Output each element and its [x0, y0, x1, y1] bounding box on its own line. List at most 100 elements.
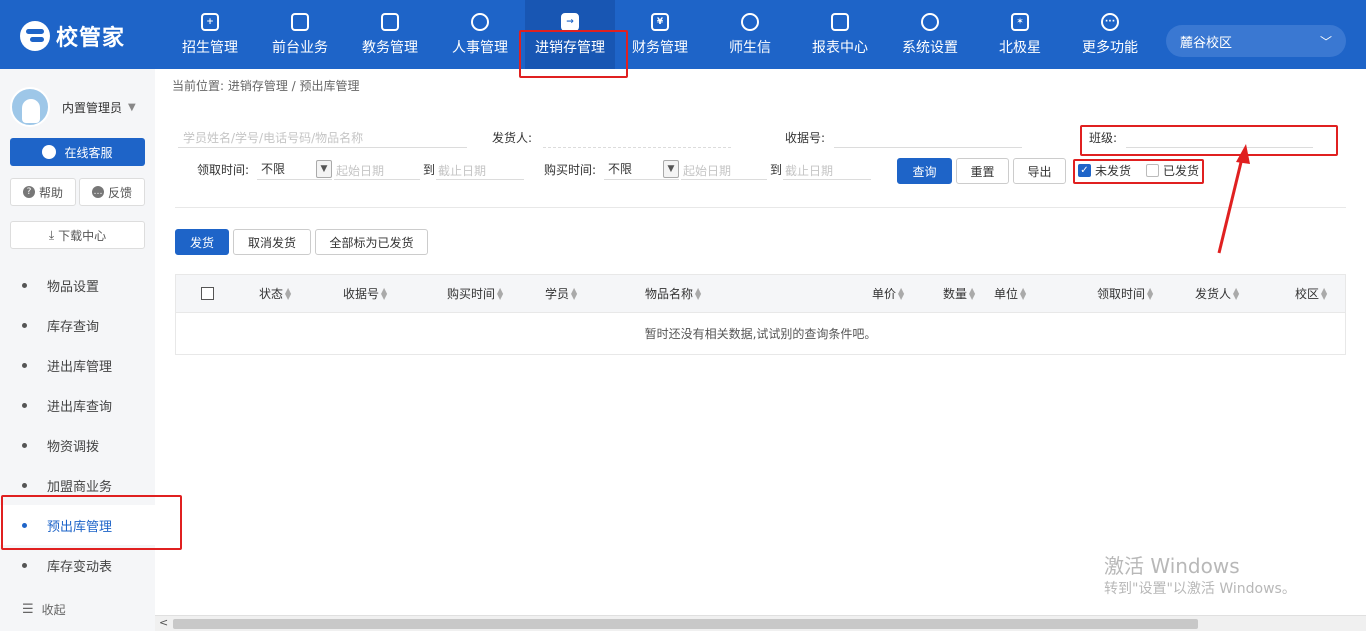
receive-time-label: 领取时间:: [197, 163, 250, 177]
logo-icon: [20, 21, 50, 51]
sidebar-menu-item[interactable]: 物资调拨: [0, 425, 155, 465]
online-service-button[interactable]: 在线客服: [10, 138, 145, 166]
data-table: 状态 ▲ ▼ 收据号 ▲ ▼ 购买时间 ▲ ▼ 学员 ▲ ▼ 物品名称 ▲ ▼ 单价 ▲ ▼ 数量 ▲ ▼ 单位 ▲ ▼ 领取时…: [175, 274, 1346, 355]
column-header-label: 收据号: [343, 287, 380, 301]
sidebar-menu-item[interactable]: 进出库查询: [0, 385, 155, 425]
receive-start-date[interactable]: 起始日期: [334, 158, 420, 180]
column-header[interactable]: 单价 ▲ ▼: [872, 275, 904, 312]
buy-start-date[interactable]: 起始日期: [681, 158, 767, 180]
sidebar-menu-item[interactable]: 物品设置: [0, 265, 155, 305]
column-header-label: 发货人: [1195, 287, 1232, 301]
select-all-checkbox[interactable]: [201, 287, 214, 300]
buy-end-date[interactable]: 截止日期: [783, 158, 871, 180]
bullet-icon: [22, 362, 27, 368]
nav-item[interactable]: + 招生管理: [165, 0, 255, 69]
nav-item-label: 报表中心: [812, 39, 868, 56]
sidebar-menu-label: 进出库管理: [47, 359, 113, 375]
nav-item[interactable]: ··· 更多功能: [1065, 0, 1155, 69]
column-header-label: 状态: [259, 287, 284, 301]
shipped-checkbox[interactable]: 已发货: [1146, 162, 1199, 179]
mark-all-shipped-button[interactable]: 全部标为已发货: [315, 229, 428, 255]
nav-item-label: 人事管理: [452, 39, 508, 56]
receipt-input[interactable]: [834, 126, 1022, 148]
monitor-icon: [291, 12, 309, 31]
campus-label: 麓谷校区: [1180, 35, 1233, 51]
bullet-icon: [22, 282, 27, 288]
unshipped-checkbox[interactable]: ✓ 未发货: [1078, 162, 1131, 179]
sidebar-menu-item[interactable]: 库存变动表: [0, 545, 155, 585]
column-header[interactable]: 物品名称 ▲ ▼: [645, 275, 701, 312]
chevron-left-icon[interactable]: <: [159, 616, 168, 629]
avatar: [10, 87, 50, 127]
nav-item[interactable]: → 进销存管理: [525, 0, 615, 69]
sort-icon: ▲ ▼: [695, 285, 702, 301]
sidebar-menu-label: 进出库查询: [47, 399, 113, 415]
column-header-label: 单价: [872, 287, 897, 301]
nav-item[interactable]: 系统设置: [885, 0, 975, 69]
campus-select[interactable]: 麓谷校区 ﹀: [1166, 25, 1346, 57]
nav-item[interactable]: 人事管理: [435, 0, 525, 69]
receive-end-date[interactable]: 截止日期: [436, 158, 524, 180]
scrollbar-thumb[interactable]: [173, 619, 1198, 629]
ship-button[interactable]: 发货: [175, 229, 229, 255]
help-button[interactable]: ? 帮助: [10, 178, 76, 206]
chat-bubble-icon: [42, 145, 57, 159]
cancel-ship-button[interactable]: 取消发货: [233, 229, 311, 255]
download-center-button[interactable]: ⤓ 下载中心: [10, 221, 145, 249]
top-bar: 校管家 + 招生管理 前台业务 教务管理 人事管理 → 进销存管理 ¥ 财务管理 师生信 报表中心 系…: [0, 0, 1366, 69]
chevron-down-icon: ﹀: [1319, 34, 1332, 49]
sort-icon: ▲ ▼: [969, 285, 976, 301]
receive-time-select[interactable]: 不限 ▼: [257, 158, 332, 180]
settings-icon: [921, 12, 939, 31]
sidebar-menu-item[interactable]: 预出库管理: [0, 505, 155, 545]
reset-button[interactable]: 重置: [956, 158, 1009, 184]
nav-item[interactable]: 教务管理: [345, 0, 435, 69]
chat-icon: [741, 12, 759, 31]
nav-item-label: 系统设置: [902, 39, 958, 56]
nav-item-label: 师生信: [729, 39, 771, 56]
collapse-icon: ☰: [22, 602, 34, 617]
sidebar-menu-item[interactable]: 进出库管理: [0, 345, 155, 385]
chevron-down-icon: ▼: [316, 159, 332, 178]
bullet-icon: [22, 562, 27, 568]
feedback-button[interactable]: … 反馈: [79, 178, 145, 206]
shipper-label: 发货人:: [492, 131, 533, 145]
nav-item-label: 招生管理: [182, 39, 238, 56]
sidebar-menu-item[interactable]: 库存查询: [0, 305, 155, 345]
column-header[interactable]: 数量 ▲ ▼: [943, 275, 975, 312]
nav-item[interactable]: 师生信: [705, 0, 795, 69]
column-header[interactable]: 收据号 ▲ ▼: [343, 275, 387, 312]
column-header-label: 校区: [1295, 287, 1320, 301]
nav-item[interactable]: ✶ 北极星: [975, 0, 1065, 69]
bullet-icon: [22, 322, 27, 328]
buy-time-label: 购买时间:: [544, 163, 597, 177]
collapse-button[interactable]: ☰ 收起: [22, 601, 66, 618]
column-header[interactable]: 购买时间 ▲ ▼: [447, 275, 503, 312]
app-logo[interactable]: 校管家: [20, 21, 125, 51]
nav-item[interactable]: ¥ 财务管理: [615, 0, 705, 69]
column-header[interactable]: 状态 ▲ ▼: [259, 275, 291, 312]
shipped-label: 已发货: [1163, 164, 1200, 178]
buy-time-select[interactable]: 不限 ▼: [604, 158, 679, 180]
sort-icon: ▲ ▼: [571, 285, 578, 301]
export-button[interactable]: 导出: [1013, 158, 1066, 184]
search-input[interactable]: 学员姓名/学号/电话号码/物品名称: [178, 126, 467, 148]
column-header[interactable]: 领取时间 ▲ ▼: [1097, 275, 1153, 312]
nav-item[interactable]: 前台业务: [255, 0, 345, 69]
sidebar-menu-item[interactable]: 加盟商业务: [0, 465, 155, 505]
shipper-input[interactable]: [543, 126, 731, 148]
column-header[interactable]: 发货人 ▲ ▼: [1195, 275, 1239, 312]
user-menu[interactable]: 内置管理员 ▼: [10, 87, 136, 127]
class-label: 班级:: [1089, 131, 1118, 145]
breadcrumb: 当前位置: 进销存管理 / 预出库管理: [172, 79, 360, 93]
horizontal-scrollbar[interactable]: <: [155, 615, 1366, 631]
query-button[interactable]: 查询: [897, 158, 952, 184]
star-icon: ✶: [1011, 12, 1029, 31]
column-header[interactable]: 校区 ▲ ▼: [1295, 275, 1327, 312]
sort-icon: ▲ ▼: [497, 285, 504, 301]
column-header[interactable]: 单位 ▲ ▼: [994, 275, 1026, 312]
receive-time-value: 不限: [261, 162, 286, 176]
nav-item[interactable]: 报表中心: [795, 0, 885, 69]
column-header[interactable]: 学员 ▲ ▼: [545, 275, 577, 312]
sort-icon: ▲ ▼: [1233, 285, 1240, 301]
